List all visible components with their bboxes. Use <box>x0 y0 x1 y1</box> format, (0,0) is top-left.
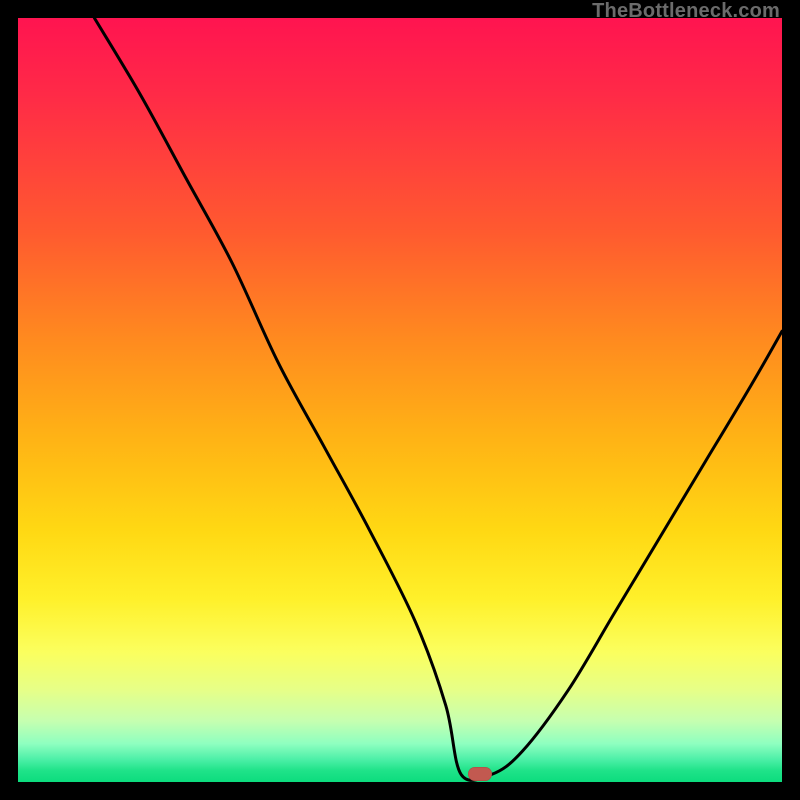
watermark-text: TheBottleneck.com <box>592 0 780 23</box>
chart-frame: TheBottleneck.com <box>0 0 800 800</box>
plot-area <box>18 18 782 782</box>
optimum-marker <box>468 767 492 781</box>
